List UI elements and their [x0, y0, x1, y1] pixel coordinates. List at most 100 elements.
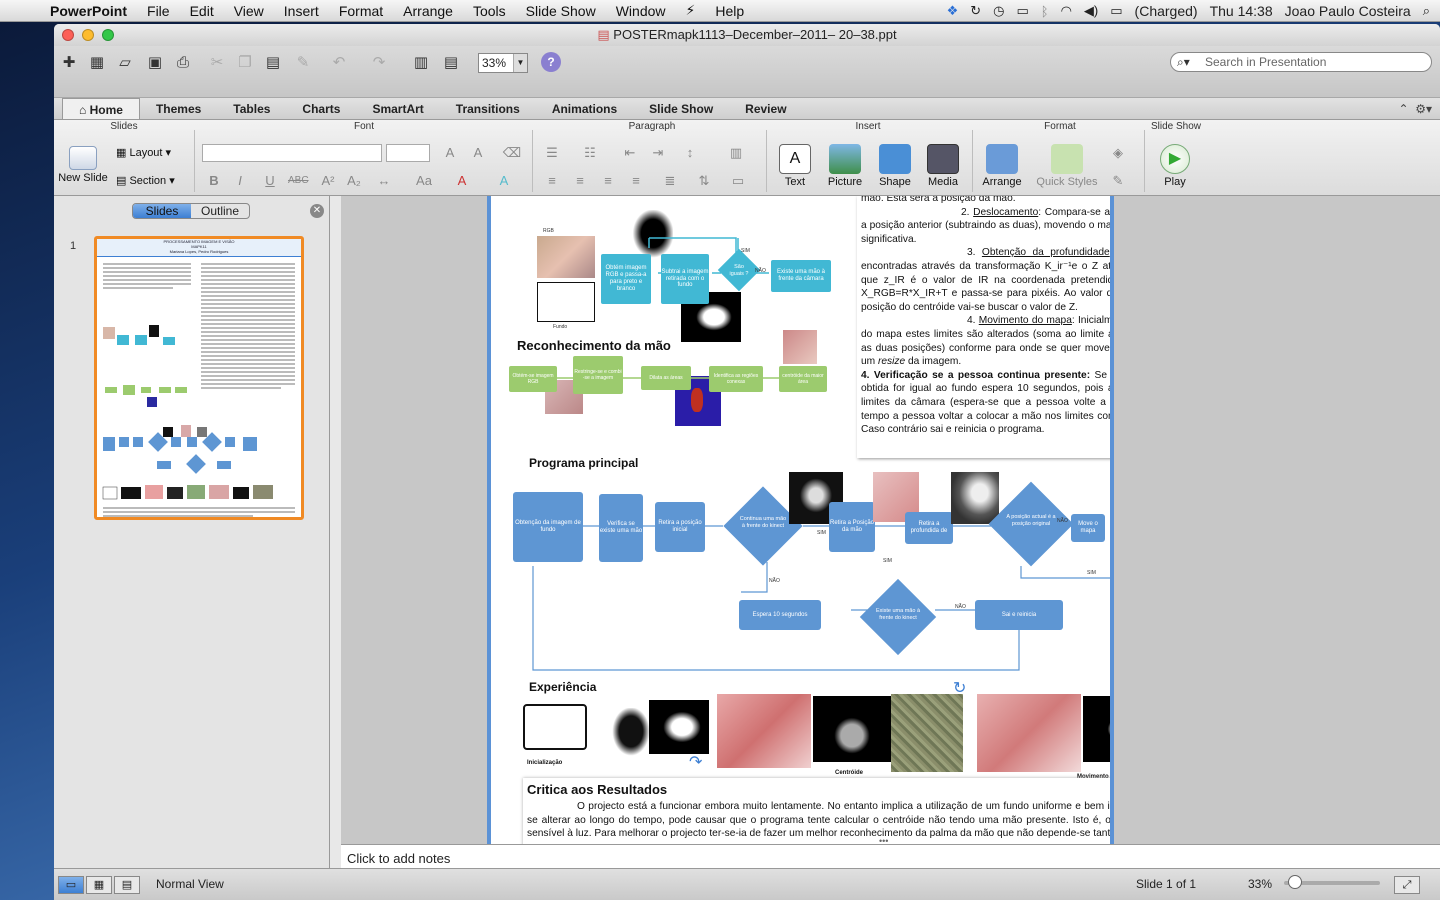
undo-icon[interactable]: ↶ — [328, 52, 350, 74]
line-spacing-icon[interactable]: ↕ — [680, 144, 700, 162]
paste-icon[interactable]: ▤ — [262, 52, 284, 74]
slide[interactable]: mão. Esta será a posição da mão. 2. Desl… — [487, 196, 1114, 844]
exp-image-bw1[interactable] — [609, 708, 649, 760]
align-center-icon[interactable]: ≡ — [570, 172, 590, 190]
tab-home[interactable]: ⌂ Home — [62, 98, 140, 119]
font-shrink-icon[interactable]: A — [468, 144, 488, 162]
bluetooth-icon[interactable]: ᛒ — [1041, 4, 1049, 19]
prog-box-posicao-mao[interactable]: Retira a Posição da mão — [829, 502, 875, 552]
bold-icon[interactable]: B — [204, 172, 224, 190]
new-icon[interactable]: ✚ — [58, 52, 80, 74]
columns-icon[interactable]: ▥ — [726, 144, 746, 162]
prog-box-espera[interactable]: Espera 10 segundos — [739, 600, 821, 630]
text-direction-icon[interactable]: ⇅ — [694, 172, 714, 190]
tab-animations[interactable]: Animations — [536, 98, 633, 119]
recon-box-centroide[interactable]: centróide da maior área — [779, 366, 827, 392]
flow-box-subtrai[interactable]: Subtrai a imagem retirada com o fundo — [661, 254, 709, 304]
tab-slide-show[interactable]: Slide Show — [633, 98, 729, 119]
redo-icon[interactable]: ↷ — [368, 52, 390, 74]
battery-status[interactable]: (Charged) — [1135, 3, 1198, 19]
increase-indent-icon[interactable]: ⇥ — [648, 144, 668, 162]
tab-tables[interactable]: Tables — [217, 98, 286, 119]
spotlight-icon[interactable]: ⌕ — [1423, 3, 1430, 19]
section-button[interactable]: ▤ Section ▾ — [116, 174, 196, 187]
strikethrough-icon[interactable]: ABC — [288, 172, 309, 190]
user-name[interactable]: Joao Paulo Costeira — [1285, 3, 1411, 19]
insert-shape-button[interactable]: Shape — [872, 144, 918, 188]
align-right-icon[interactable]: ≡ — [598, 172, 618, 190]
exp-image-map1[interactable] — [891, 694, 963, 772]
prog-box-move-mapa[interactable]: Move o mapa — [1071, 514, 1105, 542]
fit-to-window-icon[interactable]: ⤢ — [1394, 876, 1420, 894]
minimize-window-button[interactable] — [82, 29, 94, 41]
script-icon[interactable]: ⚡ — [676, 2, 706, 19]
cut-icon[interactable]: ✂ — [206, 52, 228, 74]
menu-edit[interactable]: Edit — [180, 3, 224, 19]
prog-box-verifica-mao[interactable]: Verifica se existe uma mão — [599, 494, 643, 562]
arrange-button[interactable]: Arrange — [976, 144, 1028, 188]
sync-icon[interactable]: ↻ — [970, 3, 981, 19]
layout-button[interactable]: ▦ Layout ▾ — [116, 146, 196, 159]
new-slide-button[interactable]: New Slide — [58, 146, 108, 184]
exp-image-hand[interactable] — [717, 694, 811, 768]
flow-box-existe-mao[interactable]: Existe uma mão à frente da câmara — [771, 260, 831, 292]
fill-icon[interactable]: ◈ — [1108, 144, 1128, 162]
change-case-icon[interactable]: Aa — [414, 172, 434, 190]
presenter-view-icon[interactable]: ▤ — [114, 876, 140, 894]
normal-view-icon[interactable]: ▭ — [58, 876, 84, 894]
tab-transitions[interactable]: Transitions — [440, 98, 536, 119]
menu-app-name[interactable]: PowerPoint — [40, 3, 137, 19]
prog-image-ir[interactable] — [951, 472, 999, 524]
collapse-ribbon-icon[interactable]: ⌃ — [1398, 102, 1408, 116]
underline-icon[interactable]: U — [260, 172, 280, 190]
menu-view[interactable]: View — [224, 3, 274, 19]
play-slideshow-button[interactable]: ▶ Play — [1152, 144, 1198, 188]
menu-window[interactable]: Window — [606, 3, 676, 19]
exp-image-blob[interactable] — [1083, 696, 1110, 762]
zoom-select[interactable]: 33% ▼ — [478, 53, 528, 73]
align-text-icon[interactable]: ▭ — [728, 172, 748, 190]
slide-sorter-view-icon[interactable]: ▦ — [86, 876, 112, 894]
font-color-icon[interactable]: A — [452, 172, 472, 190]
exp-image-centroid[interactable] — [813, 696, 891, 762]
tab-review[interactable]: Review — [729, 98, 802, 119]
prog-box-posicao-inicial[interactable]: Retira a posição inicial — [655, 502, 705, 552]
recon-box-obtem[interactable]: Obtém-se imagem RGB — [509, 366, 557, 392]
tab-themes[interactable]: Themes — [140, 98, 217, 119]
display-icon[interactable]: ▭ — [1016, 3, 1028, 19]
exp-image-init[interactable] — [523, 704, 587, 750]
exp-image-bw2[interactable] — [649, 700, 709, 754]
tab-charts[interactable]: Charts — [286, 98, 356, 119]
tab-smartart[interactable]: SmartArt — [356, 98, 439, 119]
menu-file[interactable]: File — [137, 3, 180, 19]
font-grow-icon[interactable]: A — [440, 144, 460, 162]
dropbox-icon[interactable]: ❖ — [947, 3, 959, 19]
font-name-select[interactable] — [202, 144, 382, 162]
line-icon[interactable]: ✎ — [1108, 172, 1128, 190]
italic-icon[interactable]: I — [230, 172, 250, 190]
time-machine-icon[interactable]: ◷ — [993, 3, 1004, 19]
close-panel-icon[interactable]: ✕ — [310, 204, 324, 218]
prog-box-sai[interactable]: Sai e reinicia — [975, 600, 1063, 630]
battery-icon[interactable]: ▭ — [1110, 3, 1122, 19]
prog-box-obtencao-fundo[interactable]: Obtenção da imagem de fundo — [513, 492, 583, 562]
wifi-icon[interactable]: ◠ — [1061, 3, 1072, 19]
quick-styles-button[interactable]: Quick Styles — [1032, 144, 1102, 188]
decrease-indent-icon[interactable]: ⇤ — [620, 144, 640, 162]
subscript-icon[interactable]: A₂ — [344, 172, 364, 190]
superscript-icon[interactable]: A² — [318, 172, 338, 190]
exp-image-hand2[interactable] — [977, 694, 1081, 772]
justify-icon[interactable]: ≡ — [626, 172, 646, 190]
sidebar-toggle-icon[interactable]: ▤ — [440, 52, 462, 74]
align-left-icon[interactable]: ≡ — [542, 172, 562, 190]
format-painter-icon[interactable]: ✎ — [292, 52, 314, 74]
menu-arrange[interactable]: Arrange — [393, 3, 463, 19]
clock[interactable]: Thu 14:38 — [1210, 3, 1273, 19]
recon-box-dilata[interactable]: Dilata as áreas — [641, 366, 691, 390]
clear-format-icon[interactable]: ⌫ — [502, 144, 522, 162]
insert-picture-button[interactable]: Picture — [820, 144, 870, 188]
zoom-slider-handle[interactable] — [1288, 875, 1302, 889]
open-icon[interactable]: ▱ — [114, 52, 136, 74]
ribbon-settings-icon[interactable]: ⚙▾ — [1415, 102, 1432, 116]
chevron-down-icon[interactable]: ▼ — [513, 54, 527, 72]
